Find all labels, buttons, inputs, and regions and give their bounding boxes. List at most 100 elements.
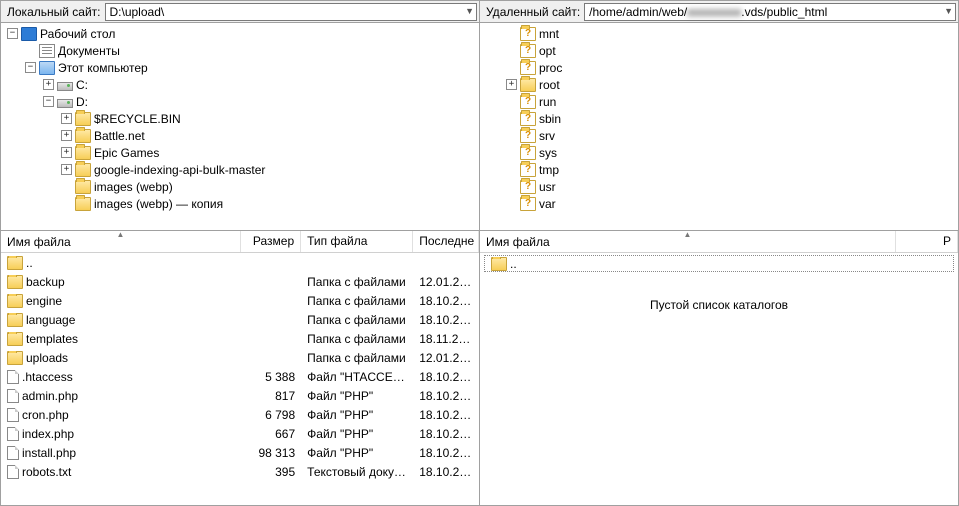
list-item[interactable]: admin.php817Файл "PHP"18.10.2024 xyxy=(1,386,479,405)
list-item[interactable]: uploadsПапка с файлами12.01.2007 xyxy=(1,348,479,367)
column-size[interactable]: Размер xyxy=(241,231,301,252)
list-item[interactable]: engineПапка с файлами18.10.2024 xyxy=(1,291,479,310)
expand-icon[interactable]: + xyxy=(61,164,72,175)
tree-item[interactable]: images (webp) — копия xyxy=(5,195,479,212)
tree-item[interactable]: sbin xyxy=(504,110,958,127)
expander-blank xyxy=(506,130,517,141)
chevron-down-icon[interactable]: ▼ xyxy=(944,6,953,16)
file-name: language xyxy=(26,313,75,327)
file-date: 18.10.2024 xyxy=(413,370,479,384)
column-name[interactable]: ▲Имя файла xyxy=(480,231,896,252)
list-item[interactable]: cron.php6 798Файл "PHP"18.10.2024 xyxy=(1,405,479,424)
list-item[interactable]: robots.txt395Текстовый докум...18.10.202… xyxy=(1,462,479,481)
computer-icon xyxy=(39,61,55,75)
file-type: Папка с файлами xyxy=(301,313,413,327)
column-right[interactable]: Р xyxy=(896,231,958,252)
local-file-list: ▲Имя файла Размер Тип файла Последне ..b… xyxy=(1,231,479,505)
tree-item[interactable]: usr xyxy=(504,178,958,195)
tree-item[interactable]: tmp xyxy=(504,161,958,178)
local-directory-tree[interactable]: −Рабочий столДокументы−Этот компьютер+C:… xyxy=(1,23,479,231)
file-type: Файл "PHP" xyxy=(301,446,413,460)
expander-blank xyxy=(61,198,72,209)
tree-item[interactable]: proc xyxy=(504,59,958,76)
collapse-icon[interactable]: − xyxy=(43,96,54,107)
expander-blank xyxy=(25,45,36,56)
expand-icon[interactable]: + xyxy=(61,147,72,158)
folder-icon xyxy=(75,163,91,177)
file-type: Папка с файлами xyxy=(301,294,413,308)
tree-item[interactable]: sys xyxy=(504,144,958,161)
tree-item[interactable]: +Epic Games xyxy=(5,144,479,161)
file-icon xyxy=(7,389,19,403)
tree-item-label: tmp xyxy=(539,163,559,177)
file-name: index.php xyxy=(22,427,74,441)
expander-blank xyxy=(61,181,72,192)
remote-list-body[interactable]: .. Пустой список каталогов xyxy=(480,253,958,505)
tree-item[interactable]: + root xyxy=(504,76,958,93)
tree-item[interactable]: run xyxy=(504,93,958,110)
tree-item[interactable]: + $RECYCLE.BIN xyxy=(5,110,479,127)
column-type[interactable]: Тип файла xyxy=(301,231,413,252)
file-icon xyxy=(7,370,19,384)
tree-item[interactable]: opt xyxy=(504,42,958,59)
tree-item-label: root xyxy=(539,78,560,92)
expand-icon[interactable]: + xyxy=(61,113,72,124)
remote-directory-tree[interactable]: mnt opt proc + root run sbinsrv sys tmpusrvar xyxy=(480,23,958,231)
drive-icon xyxy=(57,99,73,108)
expander-blank xyxy=(506,113,517,124)
folder-icon xyxy=(520,78,536,92)
tree-item-label: sbin xyxy=(539,112,561,126)
file-size: 98 313 xyxy=(241,446,301,460)
tree-item-label: mnt xyxy=(539,27,559,41)
local-path-value: D:\upload\ xyxy=(110,5,165,19)
chevron-down-icon[interactable]: ▼ xyxy=(465,6,474,16)
file-icon xyxy=(7,465,19,479)
folderq-icon xyxy=(520,61,536,75)
tree-item[interactable]: +Battle.net xyxy=(5,127,479,144)
tree-item-label: $RECYCLE.BIN xyxy=(94,112,181,126)
column-name[interactable]: ▲Имя файла xyxy=(1,231,241,252)
tree-item[interactable]: images (webp) xyxy=(5,178,479,195)
tree-item[interactable]: var xyxy=(504,195,958,212)
tree-item-label: run xyxy=(539,95,556,109)
expand-icon[interactable]: + xyxy=(43,79,54,90)
tree-item-label: sys xyxy=(539,146,557,160)
tree-item[interactable]: mnt xyxy=(504,25,958,42)
drive-icon xyxy=(57,82,73,91)
expand-icon[interactable]: + xyxy=(506,79,517,90)
list-item[interactable]: templatesПапка с файлами18.11.2016 xyxy=(1,329,479,348)
list-item[interactable]: install.php98 313Файл "PHP"18.10.2024 xyxy=(1,443,479,462)
local-list-body[interactable]: ..backupПапка с файлами12.01.2007engineП… xyxy=(1,253,479,505)
collapse-icon[interactable]: − xyxy=(7,28,18,39)
tree-item-label: proc xyxy=(539,61,562,75)
list-item[interactable]: index.php667Файл "PHP"18.10.2024 xyxy=(1,424,479,443)
file-date: 18.10.2024 xyxy=(413,427,479,441)
column-modified[interactable]: Последне xyxy=(413,231,479,252)
tree-item[interactable]: −Рабочий стол xyxy=(5,25,479,42)
local-path-input[interactable]: D:\upload\ ▼ xyxy=(105,3,478,21)
folder-icon xyxy=(7,294,23,308)
tree-item[interactable]: +C: xyxy=(5,76,479,93)
file-size: 817 xyxy=(241,389,301,403)
tree-item[interactable]: −D: xyxy=(5,93,479,110)
tree-item[interactable]: +google-indexing-api-bulk-master xyxy=(5,161,479,178)
tree-item-label: opt xyxy=(539,44,556,58)
list-item[interactable]: backupПапка с файлами12.01.2007 xyxy=(1,272,479,291)
expander-blank xyxy=(506,62,517,73)
tree-item[interactable]: −Этот компьютер xyxy=(5,59,479,76)
file-icon xyxy=(7,408,19,422)
list-item[interactable]: languageПапка с файлами18.10.2024 xyxy=(1,310,479,329)
folder-icon xyxy=(75,129,91,143)
remote-path-input[interactable]: /home/admin/web/xxxxxxxxx.vds/public_htm… xyxy=(584,3,956,21)
expand-icon[interactable]: + xyxy=(61,130,72,141)
tree-item[interactable]: Документы xyxy=(5,42,479,59)
collapse-icon[interactable]: − xyxy=(25,62,36,73)
parent-directory-row[interactable]: .. xyxy=(484,255,954,272)
expander-blank xyxy=(506,96,517,107)
parent-directory-row[interactable]: .. xyxy=(1,253,479,272)
tree-item[interactable]: srv xyxy=(504,127,958,144)
list-item[interactable]: .htaccess5 388Файл "HTACCESS"18.10.2024 xyxy=(1,367,479,386)
folder-icon xyxy=(7,275,23,289)
file-name: templates xyxy=(26,332,78,346)
file-name: cron.php xyxy=(22,408,69,422)
